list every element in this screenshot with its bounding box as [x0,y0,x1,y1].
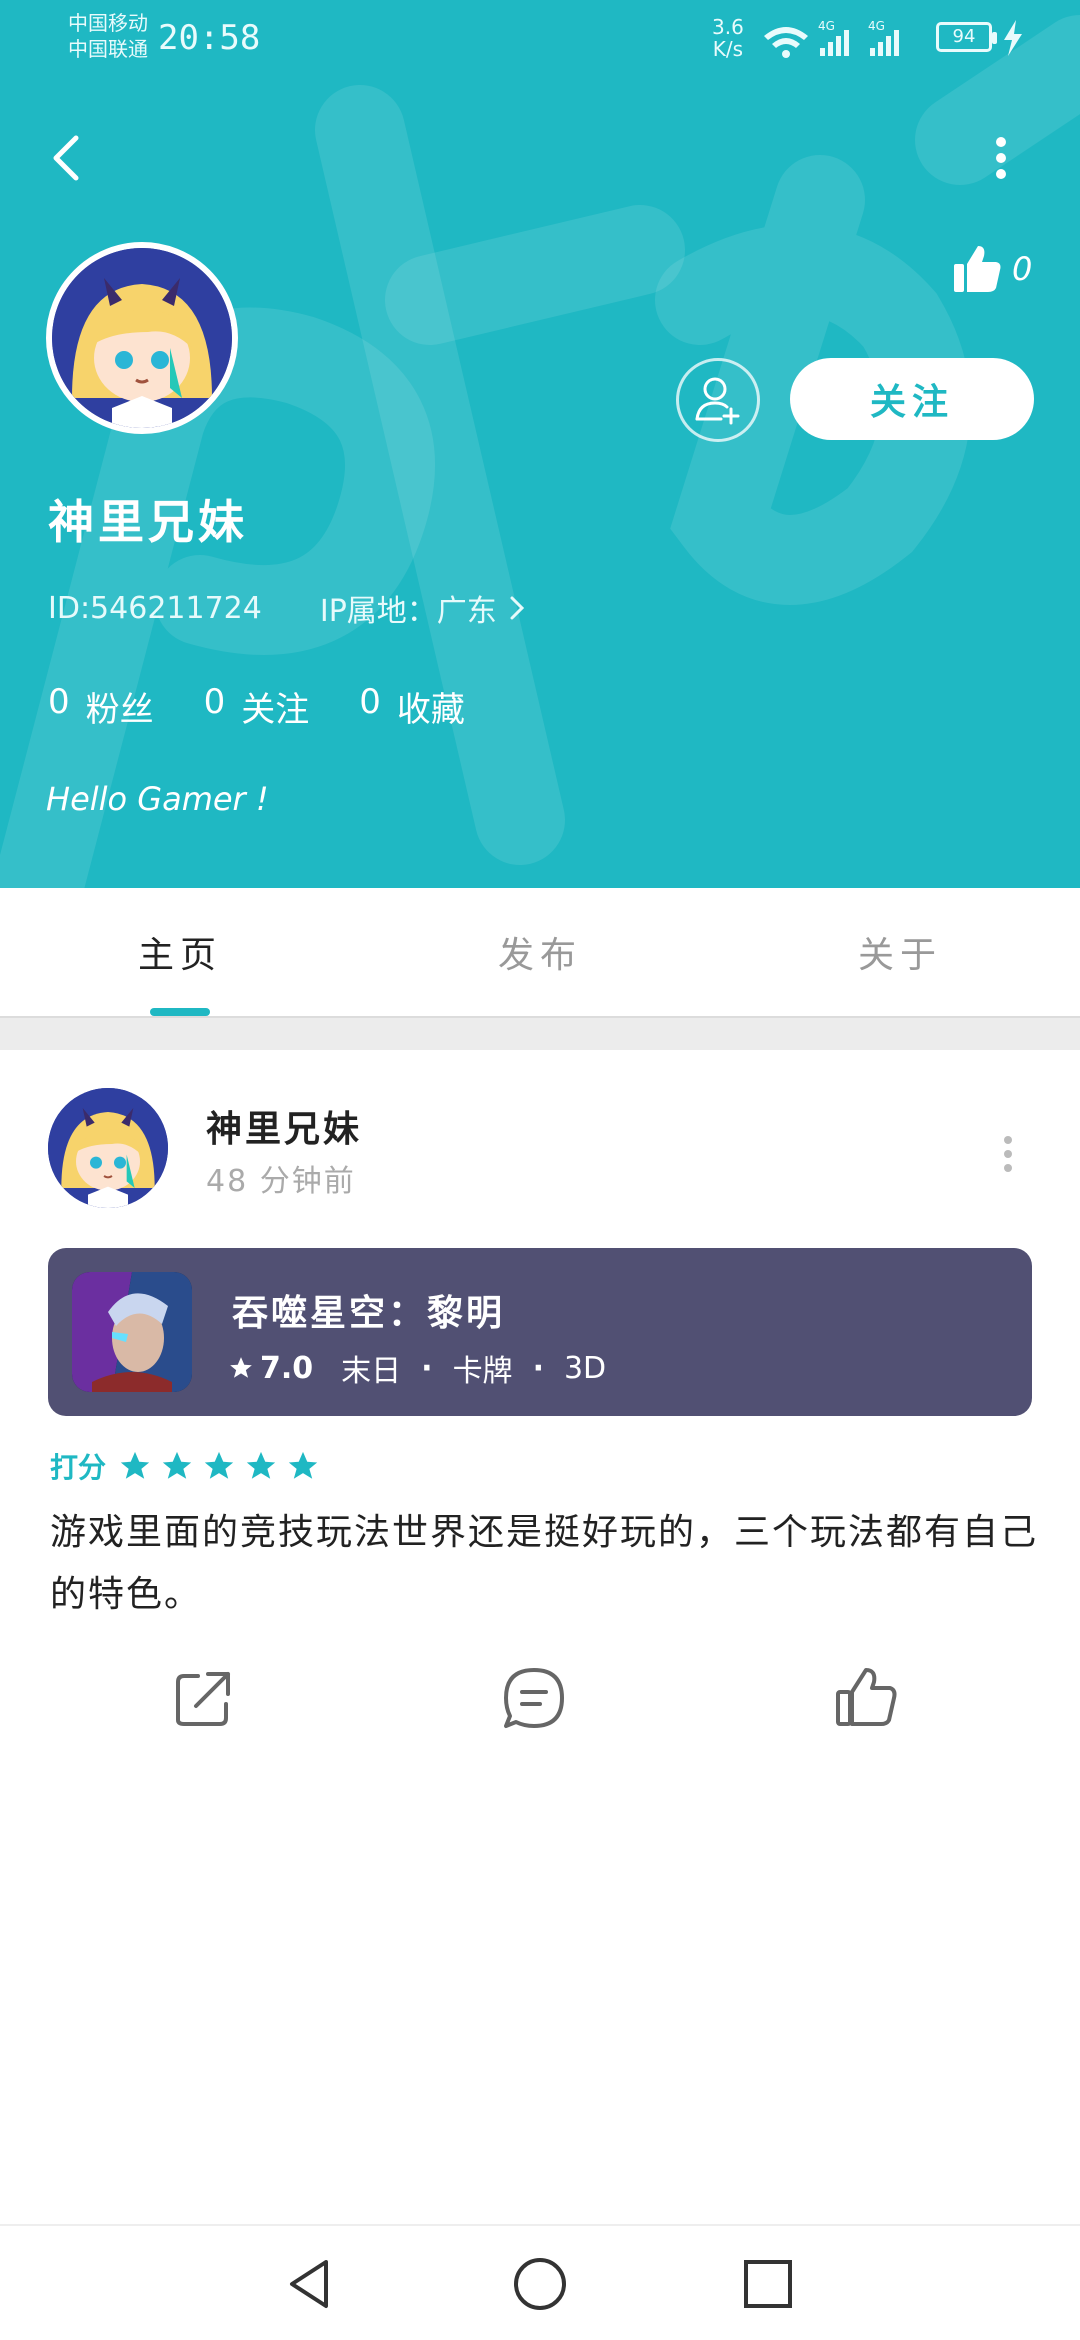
rating-star-icon [288,1451,318,1479]
chevron-right-icon [510,596,524,620]
game-meta: 7.0 末日 · 卡牌 · 3D [228,1346,626,1390]
back-chevron-icon[interactable] [46,130,90,186]
profile-bio: Hello Gamer ! [46,780,269,818]
avatar-character-image [48,1088,168,1208]
charging-icon [1004,20,1022,56]
follow-button[interactable]: 关注 [790,358,1034,440]
add-friend-button[interactable] [676,358,760,442]
user-id: ID:546211724 [48,590,262,626]
section-divider [0,1016,1080,1050]
game-icon-image [72,1272,192,1392]
network-label-2: 4G [868,19,885,33]
stat-count: 0 [48,682,70,722]
network-speed: 3.6 K/s [712,16,744,60]
star-icon [230,1357,252,1378]
carrier-2: 中国联通 [68,37,148,61]
post-more-icon[interactable] [996,1130,1020,1194]
game-art [72,1272,192,1392]
network-label-1: 4G [818,19,835,33]
stat-label: 收藏 [396,690,465,730]
nav-recents-icon[interactable] [738,2254,798,2314]
tag-separator: · [532,1350,544,1386]
profile-tabs: 主页 发布 关于 [0,888,1080,1016]
tab-home[interactable]: 主页 [0,888,360,1016]
rating-star-icon [204,1451,234,1479]
rating-star-icon [120,1451,150,1479]
post-actions [0,1662,1080,1742]
profile-id-row: ID:546211724 IP属地：广东 [48,586,525,630]
signal-icons: 4G 4G [764,19,899,58]
ip-location: IP属地：广东 [319,594,497,629]
stat-count: 0 [359,682,381,722]
post-timestamp: 48 分钟前 [206,1164,356,1199]
post-body-text: 游戏里面的竞技玩法世界还是挺好玩的，三个玩法都有自己的特色。 [50,1512,1039,1615]
game-tag: 卡牌 [452,1354,513,1389]
post-card: 神里兄妹 48 分钟前 吞噬星空：黎明 7.0 末日 · 卡牌 · 3D 打分 … [0,1050,1080,1730]
profile-name: 神里兄妹 [48,495,248,549]
rating-star-icon [162,1451,192,1479]
clock: 20:58 [158,18,261,58]
net-speed-value: 3.6 [712,15,744,39]
rating-row: 打分 [50,1446,328,1486]
profile-header: 中国移动 中国联通 20:58 3.6 K/s 4G 4G 94 0 关注 神里… [0,0,1080,888]
more-vertical-icon[interactable] [986,130,1016,186]
stat-count: 0 [203,682,226,722]
thumbs-up-icon [954,246,1001,292]
game-card[interactable]: 吞噬星空：黎明 7.0 末日 · 卡牌 · 3D [48,1248,1032,1416]
post-author-avatar[interactable] [48,1088,168,1208]
game-score: 7.0 [260,1350,314,1386]
tab-posts[interactable]: 发布 [360,888,720,1016]
nav-home-icon[interactable] [510,2254,570,2314]
active-tab-indicator [150,1008,210,1016]
background-watermark [0,15,1080,888]
game-title: 吞噬星空：黎明 [232,1293,506,1334]
profile-like[interactable]: 0 [952,244,1032,294]
stat-label: 关注 [241,690,310,730]
stat-label: 粉丝 [85,690,154,730]
rating-star-icon [246,1451,276,1479]
share-icon[interactable] [168,1662,240,1734]
system-navigation-bar [0,2224,1080,2340]
status-bar: 中国移动 中国联通 20:58 3.6 K/s 4G 4G 94 [0,0,1080,80]
profile-avatar[interactable] [46,242,238,434]
carrier-labels: 中国移动 中国联通 [68,10,148,62]
net-speed-unit: K/s [712,37,744,61]
nav-back-icon[interactable] [280,2254,340,2314]
like-count: 0 [1012,250,1033,288]
game-tag: 末日 [341,1354,402,1389]
battery-icon: 94 [936,22,997,52]
game-tag: 3D [563,1350,607,1386]
user-plus-icon [695,377,740,425]
thumbs-up-outline-icon[interactable] [830,1662,902,1734]
carrier-1: 中国移动 [68,11,148,35]
tab-about[interactable]: 关于 [720,888,1080,1016]
rating-label: 打分 [50,1451,107,1484]
comment-icon[interactable] [498,1662,570,1734]
avatar-character-image [52,248,232,428]
stat-following[interactable]: 0 关注 [204,682,310,731]
ip-location-link[interactable]: IP属地：广东 [320,586,525,630]
tag-separator: · [421,1350,433,1386]
profile-stats: 0 粉丝 0 关注 0 收藏 [48,682,515,731]
stat-favorites[interactable]: 0 收藏 [359,682,465,731]
stat-fans[interactable]: 0 粉丝 [48,682,154,731]
rating-stars [118,1449,328,1483]
post-author-name[interactable]: 神里兄妹 [206,1100,362,1152]
